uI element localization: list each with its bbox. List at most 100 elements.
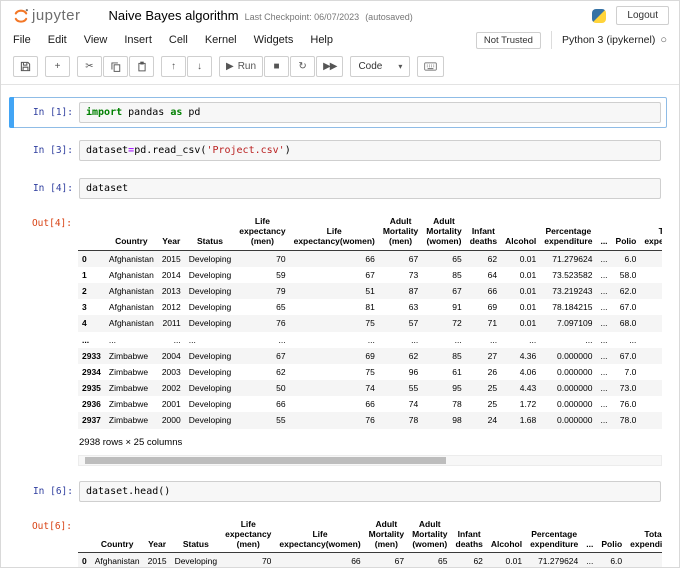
scrollbar-thumb[interactable] bbox=[85, 456, 446, 464]
restart-kernel-button[interactable]: ↻ bbox=[290, 56, 316, 77]
table-cell: 98 bbox=[452, 415, 462, 426]
column-header: Infant deaths bbox=[465, 213, 502, 251]
menu-insert[interactable]: Insert bbox=[124, 34, 152, 46]
code-input-4[interactable]: dataset bbox=[79, 178, 661, 199]
paste-cell-button[interactable] bbox=[129, 56, 154, 77]
save-icon bbox=[20, 61, 31, 72]
table-cell: 24 bbox=[487, 415, 498, 426]
arrow-down-icon: ↓ bbox=[197, 60, 202, 72]
table-cell: 73.523582 bbox=[552, 269, 593, 280]
clipboard-group: ✂ bbox=[77, 56, 154, 77]
move-up-button[interactable]: ↑ bbox=[161, 56, 186, 77]
table-cell: 8.52 bbox=[640, 364, 662, 380]
table-row: ........................................… bbox=[78, 332, 662, 348]
code-cell-6[interactable]: In [6]: dataset.head() bbox=[9, 476, 667, 507]
interrupt-kernel-button[interactable]: ■ bbox=[264, 56, 290, 77]
copy-cell-button[interactable] bbox=[103, 56, 128, 77]
table-cell: 71.279624 bbox=[552, 253, 593, 264]
table-cell: 65 bbox=[438, 556, 448, 567]
cut-cell-button[interactable]: ✂ bbox=[77, 56, 102, 77]
table-cell: Zimbabwe bbox=[108, 383, 149, 394]
table-cell: 91 bbox=[452, 302, 462, 313]
table-cell: Afghanistan bbox=[108, 302, 154, 313]
copy-icon bbox=[110, 61, 120, 72]
table-cell: ... bbox=[173, 334, 181, 345]
table-header-row: Country Year Status Life expectancy (men) Li… bbox=[78, 515, 662, 554]
table-cell: 55 bbox=[276, 415, 286, 426]
table-cell: ... bbox=[600, 253, 608, 264]
code-input-3[interactable]: dataset=pd.read_csv('Project.csv') bbox=[79, 140, 661, 161]
cut-icon: ✂ bbox=[85, 60, 94, 72]
title-area: Naive Bayes algorithm Last Checkpoint: 0… bbox=[109, 8, 413, 23]
run-group: ▶ Run ■ ↻ ▶▶ bbox=[219, 56, 344, 77]
table-cell: 1.68 bbox=[519, 415, 537, 426]
paste-icon bbox=[137, 61, 146, 72]
trust-status-badge[interactable]: Not Trusted bbox=[475, 31, 541, 49]
menu-view[interactable]: View bbox=[84, 34, 108, 46]
code-input-1[interactable]: import pandas as pd bbox=[79, 102, 661, 123]
table-cell: 4.06 bbox=[519, 366, 537, 377]
code-cell-4[interactable]: In [4]: dataset bbox=[9, 173, 667, 204]
table-cell: 73.219243 bbox=[552, 285, 593, 296]
move-down-button[interactable]: ↓ bbox=[187, 56, 212, 77]
menu-edit[interactable]: Edit bbox=[48, 34, 67, 46]
code-input-6[interactable]: dataset.head() bbox=[79, 480, 661, 502]
row-index: 2936 bbox=[82, 399, 101, 410]
cell-type-dropdown[interactable]: Code ▾ bbox=[350, 56, 411, 77]
dataframe-output-4: Country Year Status Life expectancy (men) Li… bbox=[78, 213, 662, 472]
command-palette-button[interactable] bbox=[417, 56, 445, 77]
code-token: dataset bbox=[86, 145, 129, 156]
table-cell: 67 bbox=[394, 556, 405, 567]
table-cell: Developing bbox=[174, 556, 218, 567]
notebook-title[interactable]: Naive Bayes algorithm bbox=[109, 8, 239, 23]
table-cell: ... bbox=[278, 334, 286, 345]
table-cell: ... bbox=[640, 332, 662, 348]
code-cell-3[interactable]: In [3]: dataset=pd.read_csv('Project.csv… bbox=[9, 135, 667, 166]
jupyter-logo[interactable]: jupyter bbox=[13, 7, 81, 24]
table-cell: ... bbox=[454, 334, 462, 345]
dataframe-output-6: Country Year Status Life expectancy (men) Li… bbox=[78, 515, 662, 567]
save-button[interactable] bbox=[13, 56, 38, 77]
table-cell: 7.13 bbox=[640, 348, 662, 364]
table-cell: 7.097109 bbox=[557, 318, 593, 329]
column-header: ... bbox=[582, 515, 598, 554]
table-cell: 75 bbox=[365, 318, 375, 329]
table-cell: ... bbox=[600, 415, 608, 426]
logout-button[interactable]: Logout bbox=[616, 6, 669, 25]
table-cell: 85 bbox=[452, 350, 462, 361]
restart-run-all-button[interactable]: ▶▶ bbox=[316, 56, 344, 77]
code-token: ) bbox=[284, 145, 291, 156]
move-group: ↑ ↓ bbox=[161, 56, 212, 77]
table-cell: 6.0 bbox=[610, 556, 623, 567]
table-cell: 67 bbox=[276, 350, 286, 361]
menu-widgets[interactable]: Widgets bbox=[254, 34, 294, 46]
menu-cell[interactable]: Cell bbox=[169, 34, 188, 46]
table-cell: 63 bbox=[408, 302, 419, 313]
column-header: Infant deaths bbox=[451, 515, 487, 554]
code-token: 'Project.csv' bbox=[206, 145, 285, 156]
horizontal-scrollbar[interactable] bbox=[78, 454, 662, 466]
table-cell: 78.0 bbox=[619, 415, 637, 426]
table-row: 1 Afghanistan 2014 Developing 59 67 73 85 64 0.01… bbox=[78, 267, 662, 283]
table-cell: 62 bbox=[473, 556, 483, 567]
table-cell: 2015 bbox=[147, 556, 167, 567]
row-index: 1 bbox=[82, 269, 87, 280]
column-header: Status bbox=[170, 515, 222, 554]
output-area-4: Out[4]: Country Year Status Life expectancy… bbox=[9, 211, 667, 474]
menu-help[interactable]: Help bbox=[310, 34, 333, 46]
add-cell-button[interactable]: + bbox=[45, 56, 70, 77]
row-index: 2937 bbox=[82, 415, 101, 426]
run-button[interactable]: ▶ Run bbox=[219, 56, 264, 77]
table-cell: 67.0 bbox=[619, 350, 637, 361]
table-cell: 69 bbox=[487, 302, 498, 313]
input-prompt-1: In [1]: bbox=[32, 107, 73, 118]
menu-kernel[interactable]: Kernel bbox=[205, 34, 237, 46]
column-header: Life expectancy (men) bbox=[235, 213, 290, 251]
code-cell-1[interactable]: In [1]: import pandas as pd bbox=[9, 97, 667, 128]
table-cell: 4.36 bbox=[519, 350, 537, 361]
table-row: 2933 Zimbabwe 2004 Developing 67 69 62 85 27 4.36… bbox=[78, 347, 662, 364]
menu-file[interactable]: File bbox=[13, 34, 31, 46]
table-cell: 58.0 bbox=[619, 269, 637, 280]
column-header: Country bbox=[90, 515, 144, 554]
table-cell: 96 bbox=[408, 366, 419, 377]
